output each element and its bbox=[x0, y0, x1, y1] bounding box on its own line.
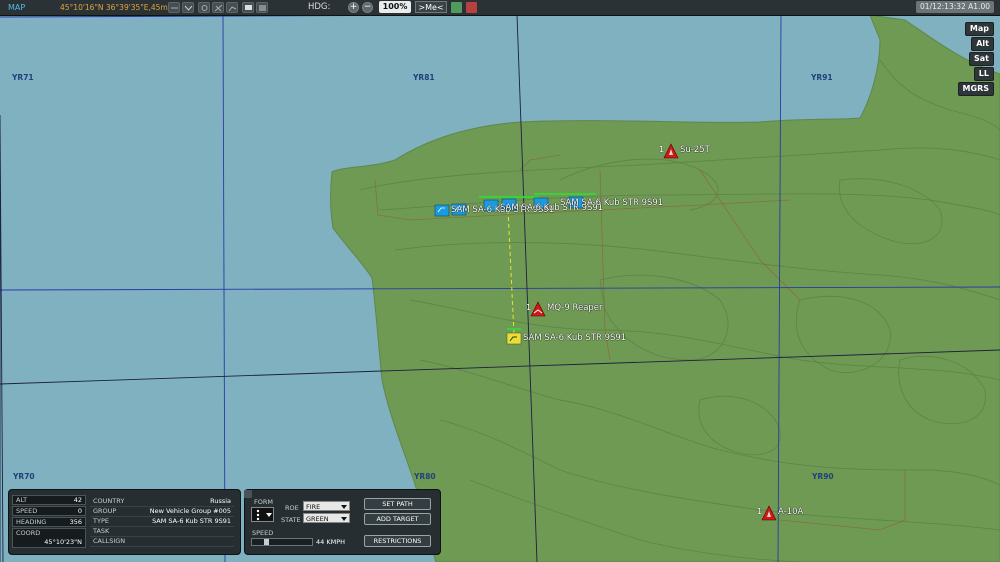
red-indicator-button[interactable] bbox=[466, 2, 477, 13]
task-row: TASK bbox=[90, 527, 234, 537]
grid-label-yr81: YR81 bbox=[413, 73, 435, 82]
roe-select[interactable]: FIRE bbox=[303, 501, 350, 511]
formation-dropdown[interactable] bbox=[251, 507, 274, 522]
grid-label-yr90: YR90 bbox=[812, 472, 834, 481]
sam-cluster-label-c[interactable]: SAM SA-6 Kub STR 9S91 bbox=[560, 198, 663, 208]
restrictions-button[interactable]: RESTRICTIONS bbox=[364, 535, 431, 547]
radar-icon[interactable] bbox=[226, 2, 238, 13]
speed-label: SPEED bbox=[252, 529, 274, 537]
grid-label-yr80: YR80 bbox=[414, 472, 436, 481]
grid-label-yr91: YR91 bbox=[811, 73, 833, 82]
mission-time: 01/12:13:32 A1.00 bbox=[916, 1, 994, 13]
map-mode-mgrs-button[interactable]: MGRS bbox=[957, 82, 994, 96]
chevron-down-icon[interactable] bbox=[182, 2, 194, 13]
selected-sam-icon[interactable] bbox=[506, 328, 522, 346]
speed-value: 44 KMPH bbox=[316, 538, 346, 546]
map-mode-map-button[interactable]: Map bbox=[964, 22, 994, 36]
speed-slider[interactable] bbox=[251, 538, 313, 546]
gear-icon[interactable] bbox=[198, 2, 210, 13]
grid-label-yr71: YR71 bbox=[12, 73, 34, 82]
list-icon[interactable] bbox=[256, 2, 268, 13]
state-label: STATE bbox=[281, 516, 301, 524]
red-uav-icon[interactable] bbox=[530, 301, 546, 317]
heading-label: HDG: bbox=[308, 2, 331, 12]
a10-label[interactable]: A-10A bbox=[778, 507, 803, 517]
layer-toggle-1[interactable] bbox=[168, 2, 180, 13]
selected-sam-label[interactable]: SAM SA-6 Kub STR 9S91 bbox=[523, 333, 626, 343]
alt-row: ALT 42 bbox=[12, 495, 86, 505]
center-on-me-button[interactable]: >Me< bbox=[415, 1, 447, 13]
panel-collapse-icon[interactable] bbox=[244, 490, 252, 498]
grid-label-yr70: YR70 bbox=[13, 472, 35, 481]
zoom-out-button[interactable]: − bbox=[362, 2, 373, 13]
speed-row: SPEED 0 bbox=[12, 506, 86, 516]
state-select[interactable]: GREEN bbox=[303, 513, 350, 523]
group-row: GROUP New Vehicle Group #005 bbox=[90, 507, 234, 517]
map-title: MAP bbox=[8, 3, 26, 12]
country-row: COUNTRY Russia bbox=[90, 497, 234, 507]
zoom-in-button[interactable]: + bbox=[348, 2, 359, 13]
map-mode-ll-button[interactable]: LL bbox=[973, 67, 994, 81]
coord-row: COORD 45°10'23"N bbox=[12, 528, 86, 548]
reaper-label[interactable]: MQ-9 Reaper bbox=[547, 303, 603, 313]
zoom-level[interactable]: 100% bbox=[379, 1, 411, 13]
callsign-row: CALLSIGN bbox=[90, 537, 234, 547]
form-label: FORM bbox=[254, 498, 273, 506]
map-canvas[interactable] bbox=[0, 0, 1000, 562]
green-indicator-button[interactable] bbox=[451, 2, 462, 13]
su25-label[interactable]: Su-25T bbox=[680, 145, 710, 155]
unit-telemetry: ALT 42 SPEED 0 HEADING 356 COORD 45°10'23"N bbox=[12, 495, 86, 551]
message-icon[interactable] bbox=[242, 2, 254, 13]
map-mode-alt-button[interactable]: Alt bbox=[971, 37, 994, 51]
add-target-button[interactable]: ADD TARGET bbox=[364, 513, 431, 525]
top-toolbar: MAP 45°10'16"N 36°39'35"E,45m HDG: + − 1… bbox=[0, 0, 1000, 16]
type-row: TYPE SAM SA-6 Kub STR 9S91 bbox=[90, 517, 234, 527]
satellite-icon[interactable] bbox=[212, 2, 224, 13]
roe-label: ROE bbox=[285, 504, 299, 512]
red-aircraft-icon[interactable] bbox=[761, 505, 777, 521]
speed-slider-thumb[interactable] bbox=[264, 539, 269, 545]
cursor-coordinates: 45°10'16"N 36°39'35"E,45m bbox=[60, 3, 168, 12]
set-path-button[interactable]: SET PATH bbox=[364, 498, 431, 510]
red-aircraft-icon[interactable] bbox=[663, 143, 679, 159]
heading-row: HEADING 356 bbox=[12, 517, 86, 527]
map-mode-sat-button[interactable]: Sat bbox=[969, 52, 994, 66]
